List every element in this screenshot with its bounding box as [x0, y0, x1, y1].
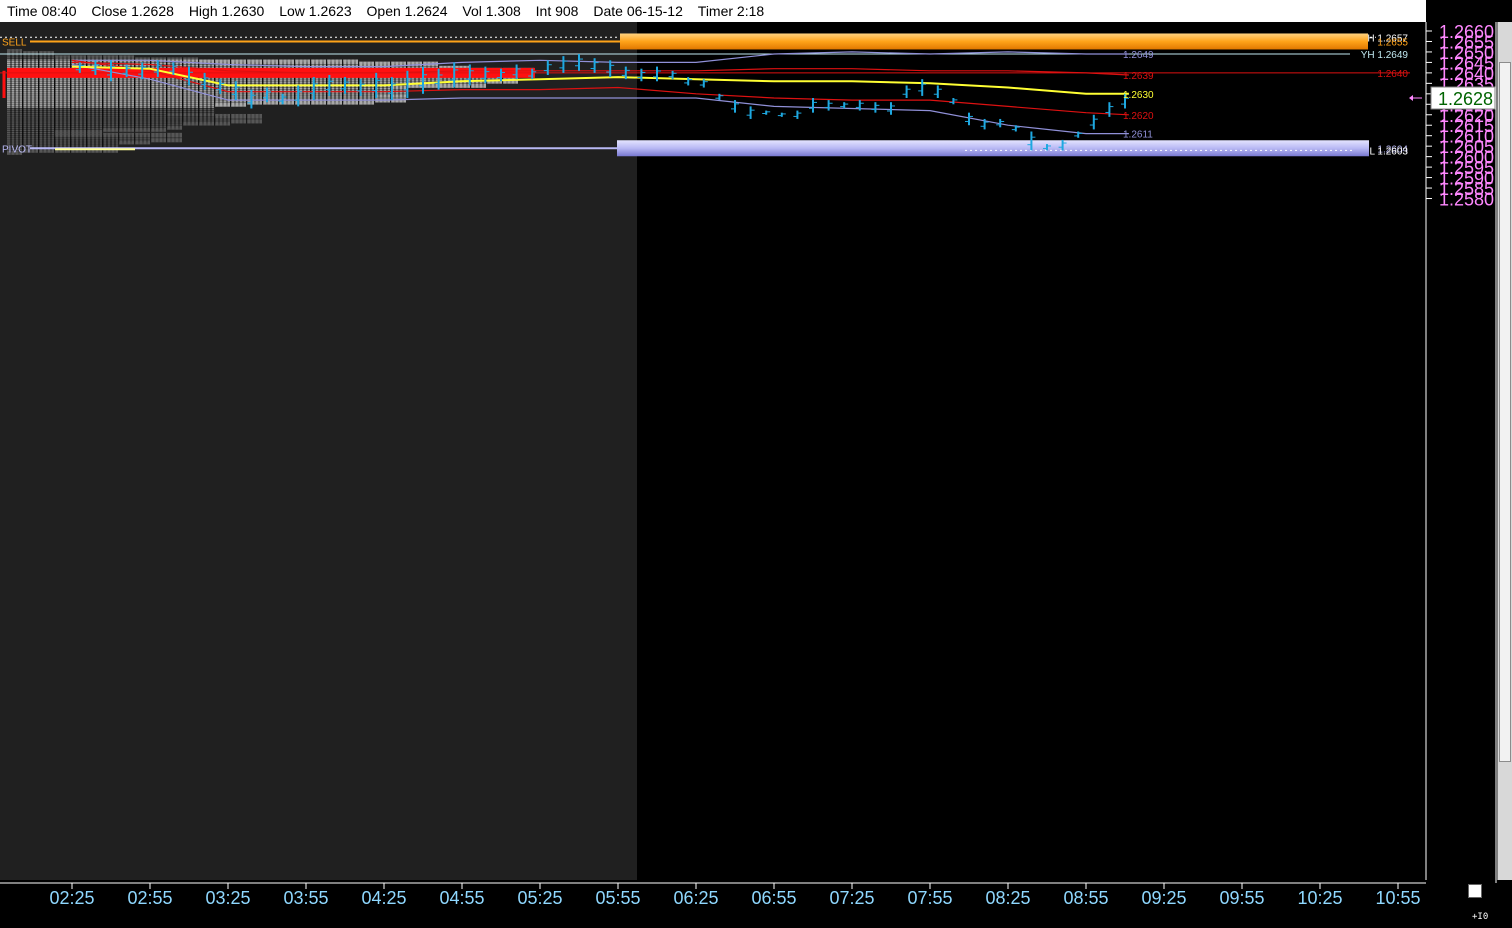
- price-chart[interactable]: SELLPIVOTH 1.26571.2655YH 1.26491.26401.…: [0, 0, 1512, 928]
- sell-label: SELL: [2, 37, 27, 48]
- series-value-label: 1.2620: [1123, 111, 1154, 122]
- time-tick-label: 05:25: [517, 888, 562, 908]
- pivot-label: PIVOT: [2, 144, 32, 155]
- time-tick-label: 02:55: [127, 888, 172, 908]
- zoom-label: +I0: [1472, 912, 1489, 922]
- time-tick-label: 08:55: [1063, 888, 1108, 908]
- time-tick-label: 10:55: [1375, 888, 1420, 908]
- time-tick-label: 04:55: [439, 888, 484, 908]
- time-tick-label: 09:55: [1219, 888, 1264, 908]
- time-tick-label: 03:25: [205, 888, 250, 908]
- scrollbar-thumb[interactable]: [1499, 62, 1511, 762]
- corner-toggle-button[interactable]: [1468, 884, 1482, 898]
- red-level-label: 1.2640: [1377, 69, 1408, 80]
- time-tick-label: 07:55: [907, 888, 952, 908]
- price-tick-label: 1.2580: [1439, 190, 1494, 210]
- sell-band: [620, 33, 1368, 50]
- time-tick-label: 02:25: [49, 888, 94, 908]
- session-low-label: L 1.2603: [1369, 146, 1408, 157]
- time-tick-label: 06:25: [673, 888, 718, 908]
- time-tick-label: 09:25: [1141, 888, 1186, 908]
- time-tick-label: 08:25: [985, 888, 1030, 908]
- sell-value-label: 1.2655: [1377, 37, 1408, 48]
- current-price-label: 1.2628: [1438, 89, 1493, 109]
- vertical-scrollbar[interactable]: [1497, 22, 1512, 880]
- time-tick-label: 03:55: [283, 888, 328, 908]
- time-tick-label: 10:25: [1297, 888, 1342, 908]
- series-value-label: 1.2639: [1123, 71, 1154, 82]
- time-tick-label: 06:55: [751, 888, 796, 908]
- pivot-band: [617, 140, 1369, 157]
- yesterday-high-label: YH 1.2649: [1361, 50, 1409, 61]
- time-tick-label: 05:55: [595, 888, 640, 908]
- series-value-label: 1.2630: [1123, 90, 1154, 101]
- time-tick-label: 04:25: [361, 888, 406, 908]
- time-tick-label: 07:25: [829, 888, 874, 908]
- series-value-label: 1.2649: [1123, 50, 1154, 61]
- series-value-label: 1.2611: [1123, 130, 1153, 141]
